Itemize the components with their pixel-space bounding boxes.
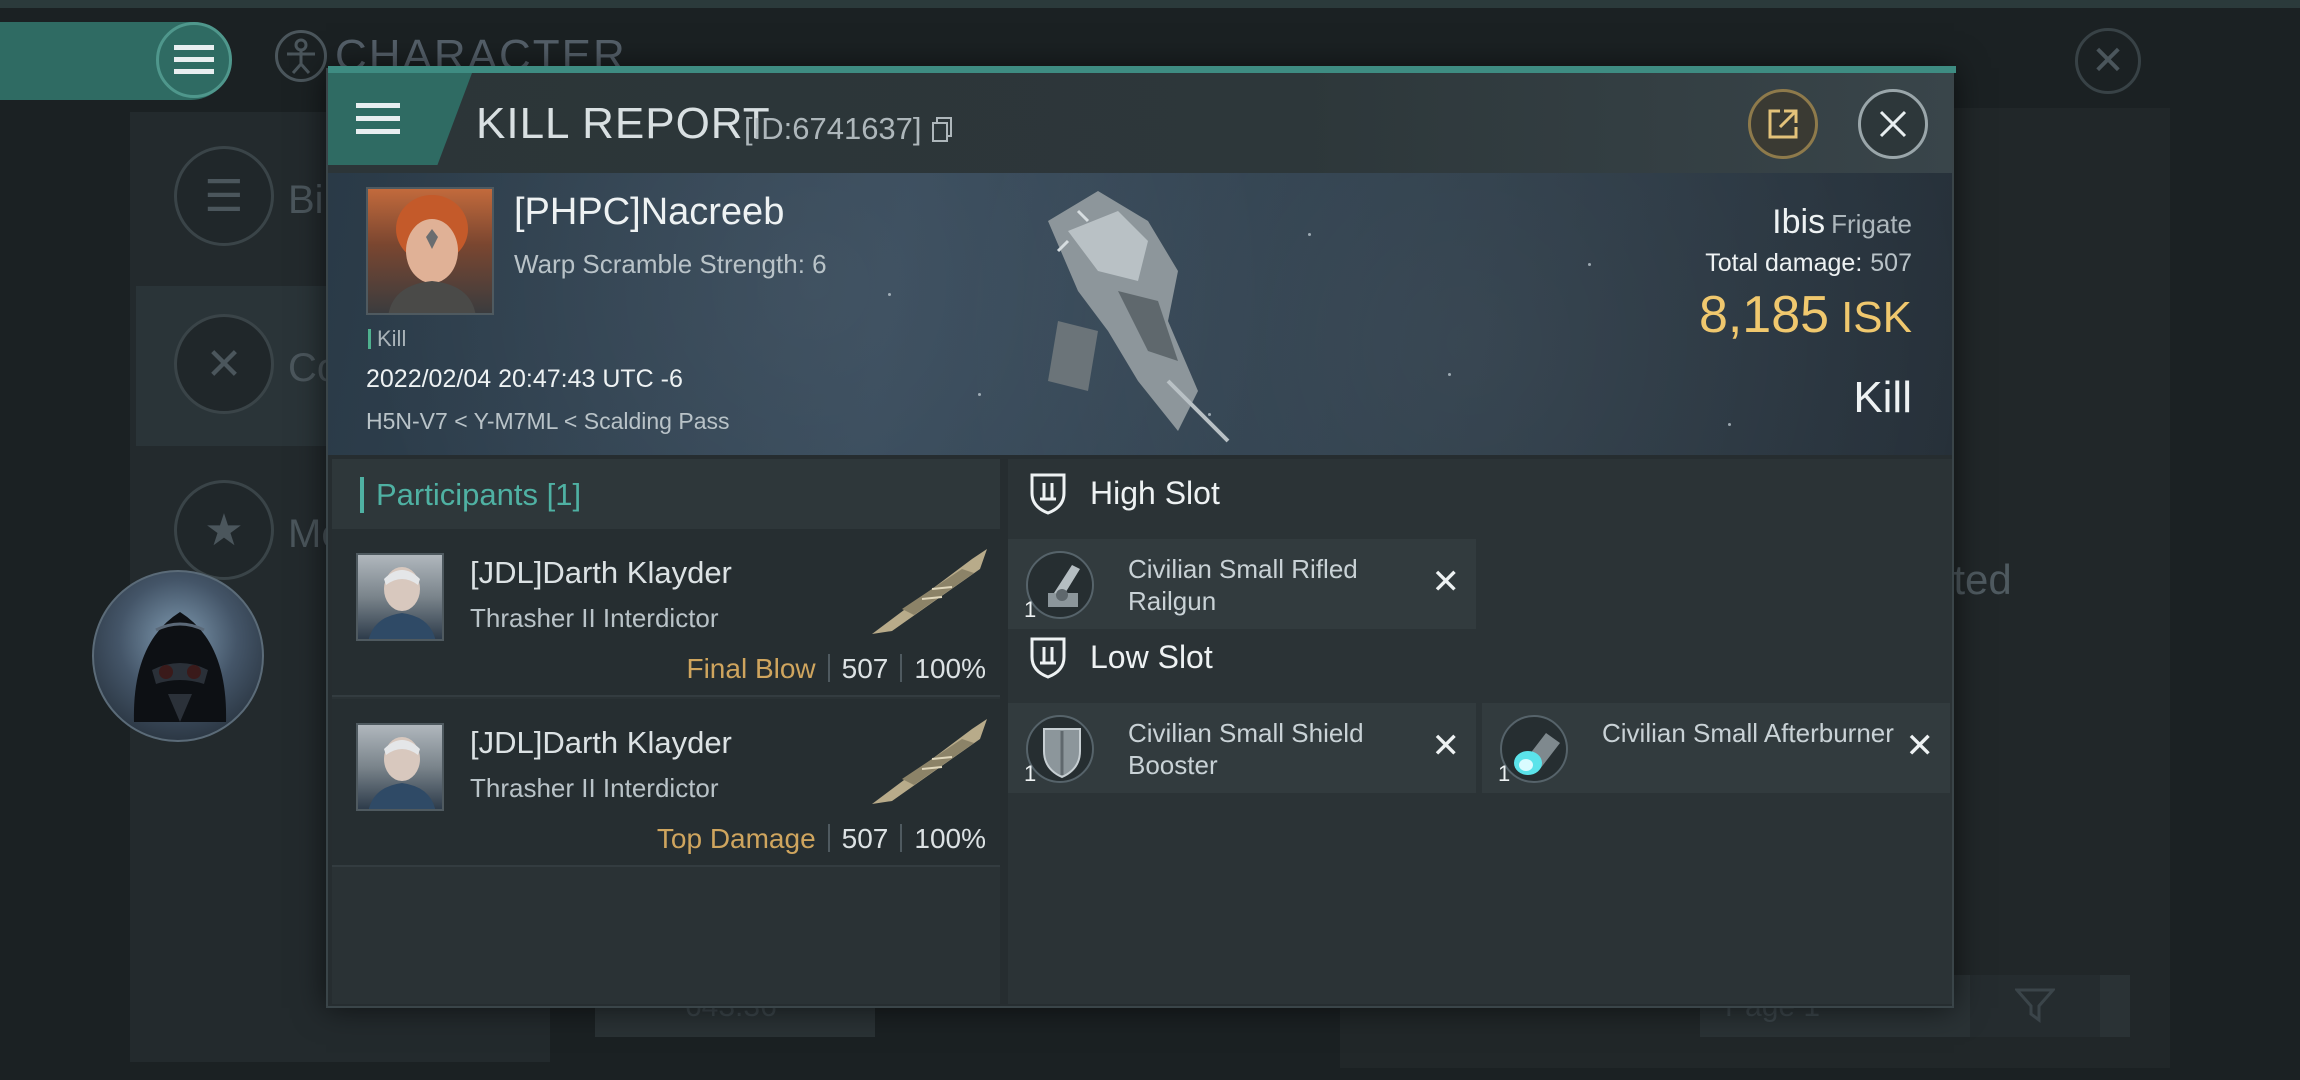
ship-name[interactable]: Ibis	[1772, 203, 1825, 241]
slot-shield-icon	[1030, 637, 1066, 679]
kill-report-dialog: KILL REPORT [ID:6741637] [PHPC]Nacreeb W…	[326, 66, 1956, 1008]
crossed-swords-icon: ✕	[174, 314, 274, 414]
dialog-header: KILL REPORT [ID:6741637]	[328, 73, 1952, 173]
participant-name[interactable]: [JDL]Darth Klayder	[470, 725, 732, 761]
close-icon	[1879, 110, 1907, 138]
destroyed-marker-icon: ✕	[1905, 727, 1935, 765]
close-icon: ✕	[2091, 39, 2125, 83]
hamburger-icon	[174, 45, 214, 74]
destroyed-marker-icon: ✕	[1431, 563, 1461, 601]
victim-portrait[interactable]	[366, 187, 494, 315]
total-damage-value: 507	[1870, 249, 1912, 277]
kill-tag: Kill	[368, 326, 406, 352]
module-quantity: 1	[1498, 761, 1511, 786]
fitting-panel: High Slot 1 Civilian Small Rifled Railgu…	[1008, 459, 1952, 1004]
header-accent-bar	[360, 477, 364, 513]
high-slot-label: High Slot	[1090, 474, 1220, 511]
result-label: Kill	[1853, 373, 1912, 422]
participant-damage: 507	[841, 823, 889, 854]
total-damage-label: Total damage:	[1705, 249, 1863, 277]
star-badge-icon: ★	[174, 480, 274, 580]
victim-banner: [PHPC]Nacreeb Warp Scramble Strength: 6 …	[328, 173, 1952, 455]
dialog-title: KILL REPORT	[476, 99, 771, 148]
top-border	[0, 0, 2300, 8]
isk-unit: ISK	[1841, 293, 1912, 342]
dialog-menu-button[interactable]	[328, 73, 472, 165]
hamburger-icon	[356, 103, 400, 134]
module-quantity: 1	[1024, 761, 1037, 786]
filter-icon	[2015, 988, 2055, 1023]
victim-ship: Ibis Frigate	[1772, 203, 1912, 242]
kill-location[interactable]: H5N-V7 < Y-M7ML < Scalding Pass	[366, 408, 730, 435]
participant-name[interactable]: [JDL]Darth Klayder	[470, 555, 732, 591]
isk-value: 8,185	[1698, 286, 1830, 344]
low-slot-label: Low Slot	[1090, 638, 1213, 675]
participant-row[interactable]: [JDL]Darth Klayder Thrasher II Interdict…	[332, 529, 1000, 697]
module-name: Civilian Small Shield Booster	[1128, 718, 1364, 780]
participant-ship-image	[872, 719, 987, 804]
participants-label: Participants	[376, 477, 538, 512]
slot-shield-icon	[1030, 473, 1066, 515]
list-icon: ☰	[174, 146, 274, 246]
participant-row[interactable]: [JDL]Darth Klayder Thrasher II Interdict…	[332, 699, 1000, 867]
participant-portrait[interactable]	[356, 723, 444, 811]
participant-role: Top Damage	[656, 823, 816, 854]
total-damage: Total damage: 507	[1705, 249, 1912, 278]
participant-percent: 100%	[914, 823, 986, 854]
nav-item-bio-label: Bi	[288, 178, 324, 222]
warp-scramble-strength: Warp Scramble Strength: 6	[514, 249, 827, 279]
character-close-button[interactable]: ✕	[2075, 28, 2141, 94]
stat-divider	[827, 654, 830, 682]
stat-divider	[900, 654, 903, 682]
participant-ship-image	[872, 549, 987, 634]
participant-stats: Final Blow 507 100%	[686, 653, 986, 685]
copy-icon[interactable]	[931, 117, 953, 143]
participant-ship: Thrasher II Interdictor	[470, 603, 719, 633]
module-item[interactable]: 1 Civilian Small Shield Booster ✕	[1008, 703, 1476, 793]
participant-role: Final Blow	[686, 653, 816, 684]
report-id: [ID:6741637]	[744, 111, 922, 146]
participant-portrait[interactable]	[356, 553, 444, 641]
dialog-accent-bar	[328, 66, 1956, 73]
pilot-portrait	[388, 195, 476, 313]
stat-divider	[827, 824, 830, 852]
filter-button[interactable]	[1970, 975, 2100, 1037]
high-slot-header: High Slot	[1028, 471, 1220, 515]
participant-percent: 100%	[914, 653, 986, 684]
kill-timestamp: 2022/02/04 20:47:43 UTC -6	[366, 365, 683, 393]
helmet-portrait	[133, 612, 227, 722]
victim-name[interactable]: [PHPC]Nacreeb	[514, 191, 784, 234]
destroyed-marker-icon: ✕	[1431, 727, 1461, 765]
share-button[interactable]	[1748, 89, 1818, 159]
module-item[interactable]: 1 Civilian Small Rifled Railgun ✕	[1008, 539, 1476, 629]
module-name: Civilian Small Rifled Railgun	[1128, 554, 1358, 616]
isk-value-display: 8,185 ISK	[1699, 285, 1912, 345]
participant-ship: Thrasher II Interdictor	[470, 773, 719, 803]
ship-class: Frigate	[1831, 209, 1912, 239]
main-menu-button[interactable]	[156, 22, 232, 98]
character-icon	[275, 30, 327, 82]
participant-stats: Top Damage 507 100%	[657, 823, 986, 855]
dialog-close-button[interactable]	[1858, 89, 1928, 159]
participants-panel: Participants [1] [JDL]Darth Klayder Thra…	[332, 459, 1000, 1004]
module-quantity: 1	[1024, 597, 1037, 622]
participants-title: Participants [1]	[376, 477, 581, 513]
participants-header: Participants [1]	[332, 459, 1000, 529]
module-item[interactable]: 1 Civilian Small Afterburner ✕	[1482, 703, 1950, 793]
low-slot-header: Low Slot	[1028, 635, 1213, 679]
module-name: Civilian Small Afterburner	[1602, 718, 1894, 748]
participant-damage: 507	[841, 653, 889, 684]
export-icon	[1768, 109, 1798, 139]
player-avatar[interactable]	[92, 570, 264, 742]
participants-count: [1]	[546, 477, 582, 512]
stat-divider	[900, 824, 903, 852]
victim-ship-image	[1048, 191, 1230, 443]
